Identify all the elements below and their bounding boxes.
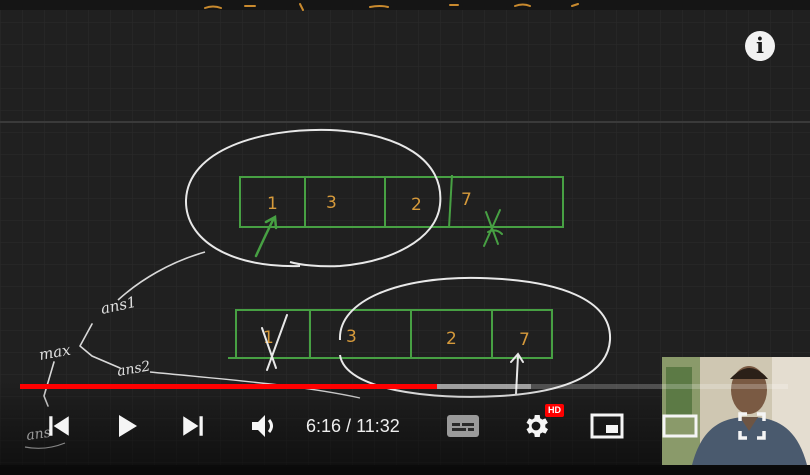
info-icon[interactable]: i (745, 31, 775, 61)
time-current: 6:16 (306, 416, 342, 436)
skip-previous-icon (49, 416, 69, 436)
video-player[interactable]: 1 3 2 7 1 3 2 7 ans1 max ans2 i 6:16 / 1… (0, 0, 810, 475)
next-button[interactable] (176, 409, 210, 443)
progress-played (20, 384, 438, 389)
time-separator: / (341, 416, 357, 436)
miniplayer-button[interactable] (588, 409, 626, 443)
progress-bar[interactable] (20, 384, 788, 389)
hd-badge: HD (545, 404, 564, 417)
fullscreen-button[interactable] (734, 409, 770, 443)
theater-mode-button[interactable] (660, 409, 700, 443)
play-icon (119, 415, 137, 437)
array-top-value: 3 (326, 193, 337, 213)
array-bottom-value: 7 (519, 330, 530, 350)
array-top-value: 2 (411, 195, 422, 215)
volume-button[interactable] (246, 409, 282, 443)
skip-next-icon (183, 416, 203, 436)
array-bottom-value: 3 (346, 327, 357, 347)
play-button[interactable] (111, 409, 145, 443)
fullscreen-icon (738, 412, 766, 440)
subtitles-button[interactable] (444, 409, 482, 443)
volume-icon (252, 415, 273, 437)
miniplayer-icon (590, 413, 624, 439)
array-bottom-value: 2 (446, 329, 457, 349)
subtitles-icon (447, 415, 479, 437)
previous-button[interactable] (42, 409, 76, 443)
theater-mode-icon (662, 414, 698, 438)
array-top-value: 1 (267, 194, 278, 214)
array-top-value: 7 (461, 190, 472, 210)
time-display: 6:16 / 11:32 (306, 413, 400, 439)
time-total: 11:32 (356, 416, 400, 436)
